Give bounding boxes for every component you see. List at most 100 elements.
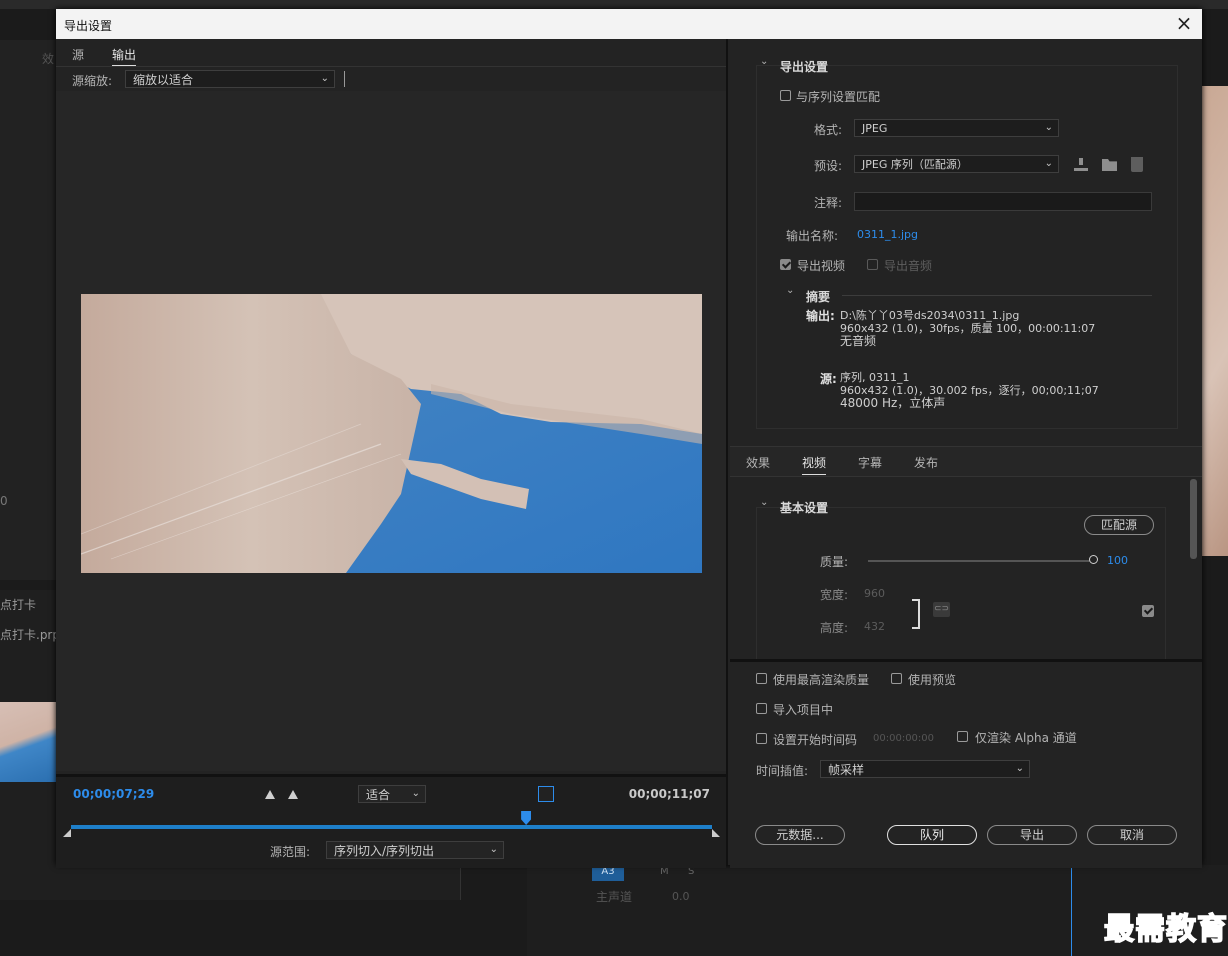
summary-output-line2: 960x432 (1.0)，30fps，质量 100，00:00:11:07 [840,322,1096,335]
width-value: 960 [864,587,885,600]
zoom-select[interactable]: 适合 ⌄ [358,785,426,803]
chevron-down-icon: ⌄ [489,844,498,855]
alpha-only-checkbox[interactable] [957,731,968,742]
summary-title: 摘要 [806,290,831,304]
preview-panel: 源 输出 源缩放: 缩放以适合 ⌄ 00;00;07;29 适合 ⌄ 00;00… [56,39,728,868]
preview-tabs: 源 输出 [56,39,726,67]
settings-scrollbar[interactable] [1190,479,1197,559]
tab-captions[interactable]: 字幕 [858,454,882,471]
dimension-bracket [912,599,920,629]
bg-top-bar [0,0,1228,9]
export-settings-dialog: 导出设置 × 源 输出 源缩放: 缩放以适合 ⌄ 00;00;07;29 适合 … [56,9,1202,868]
export-video-checkbox[interactable] [780,259,791,270]
format-select[interactable]: JPEG ⌄ [854,119,1059,137]
quality-slider-thumb[interactable] [1089,555,1098,564]
cancel-button[interactable]: 取消 [1087,825,1177,845]
summary-rule [842,295,1152,296]
source-range-select[interactable]: 序列切入/序列切出 ⌄ [326,841,504,859]
summary-source-line1: 序列, 0311_1 [840,371,910,384]
queue-button[interactable]: 队列 [887,825,977,845]
tab-video[interactable]: 视频 [802,454,827,475]
comment-input[interactable] [854,192,1152,211]
dimension-checkbox[interactable] [1142,605,1154,617]
chevron-down-icon: ⌄ [1044,158,1053,169]
match-source-button[interactable]: 匹配源 [1084,515,1154,535]
use-preview-label: 使用预览 [908,673,957,687]
delete-preset-icon[interactable] [1131,157,1143,172]
range-start-handle[interactable] [63,829,71,837]
tab-effects[interactable]: 效果 [746,454,770,471]
alpha-only-label: 仅渲染 Alpha 通道 [975,731,1077,745]
output-name-label: 输出名称: [786,229,839,243]
playhead-icon[interactable] [521,811,532,825]
source-range-label: 源范围: [270,845,311,859]
quality-slider[interactable] [868,560,1093,562]
output-name-link[interactable]: 0311_1.jpg [857,228,918,241]
summary-output-key: 输出: [806,309,835,323]
match-sequence-checkbox[interactable] [780,90,791,101]
end-timecode: 00;00;11;07 [628,787,710,801]
source-range-value: 序列切入/序列切出 [334,844,435,858]
max-render-label: 使用最高渲染质量 [773,673,870,687]
chevron-down-icon: ⌄ [411,788,420,799]
metadata-button[interactable]: 元数据... [755,825,845,845]
range-end-handle[interactable] [712,829,720,837]
import-project-checkbox[interactable] [756,703,767,714]
preset-select[interactable]: JPEG 序列（匹配源） ⌄ [854,155,1059,173]
height-value: 432 [864,620,885,633]
format-label: 格式: [814,123,843,137]
preset-label: 预设: [814,159,843,173]
aspect-toggle-icon[interactable] [538,786,554,802]
zoom-value: 适合 [366,788,391,802]
export-video-label: 导出视频 [797,259,846,273]
dialog-title: 导出设置 [64,19,113,33]
export-button[interactable]: 导出 [987,825,1077,845]
bg-left-tab[interactable]: 效 [42,50,54,67]
bg-left-panel [0,40,56,580]
chevron-down-icon: ⌄ [1015,763,1024,774]
chevron-down-icon: ⌄ [1044,122,1053,133]
start-timecode-value[interactable]: 00:00:00:00 [873,733,934,744]
tab-publish[interactable]: 发布 [914,454,938,471]
interpolation-select[interactable]: 帧采样 ⌄ [820,760,1030,778]
width-label: 宽度: [820,588,849,602]
summary-source-text: 序列, 0311_1 960x432 (1.0)，30.002 fps，逐行，0… [840,371,1099,410]
save-preset-icon[interactable] [1074,158,1088,171]
bg-project-tab[interactable]: 点打卡 [0,596,36,613]
source-scale-value: 缩放以适合 [133,73,194,87]
summary-output-line3: 无音频 [840,334,877,348]
collapse-icon[interactable]: ⌄ [760,56,768,67]
set-in-point-icon[interactable] [265,790,275,799]
basic-settings-title: 基本设置 [780,501,829,515]
basic-collapse-icon[interactable]: ⌄ [760,497,768,508]
summary-collapse-icon[interactable]: ⌄ [786,285,794,296]
use-preview-checkbox[interactable] [891,673,902,684]
match-sequence-label: 与序列设置匹配 [796,90,881,104]
height-label: 高度: [820,621,849,635]
dialog-titlebar: 导出设置 × [56,9,1202,39]
summary-source-key: 源: [820,372,837,386]
summary-output-line1: D:\陈丫丫03号ds2034\0311_1.jpg [840,309,1020,322]
export-audio-checkbox[interactable] [867,259,878,270]
set-out-point-icon[interactable] [288,790,298,799]
close-icon[interactable]: × [1174,12,1194,34]
tab-source[interactable]: 源 [72,46,84,63]
master-track-value: 0.0 [672,890,690,903]
source-scale-select[interactable]: 缩放以适合 ⌄ [125,70,335,88]
interpolation-value: 帧采样 [828,763,865,777]
settings-panel: ⌄ 导出设置 与序列设置匹配 格式: JPEG ⌄ 预设: JPEG 序列（匹配… [730,39,1202,868]
preset-value: JPEG 序列（匹配源） [862,158,968,171]
current-timecode[interactable]: 00;00;07;29 [73,787,154,801]
max-render-checkbox[interactable] [756,673,767,684]
tab-output[interactable]: 输出 [112,46,137,66]
bg-thumbnail[interactable] [0,702,56,782]
quality-value[interactable]: 100 [1107,554,1128,567]
link-icon[interactable]: ⊂⊃ [933,602,950,617]
start-timecode-checkbox[interactable] [756,733,767,744]
watermark: 最需教育 [1103,911,1228,948]
format-value: JPEG [862,122,888,135]
timeline-track[interactable] [71,825,712,829]
export-settings-title: 导出设置 [780,60,829,74]
interpolation-label: 时间插值: [756,764,809,778]
summary-source-line3: 48000 Hz，立体声 [840,396,946,410]
